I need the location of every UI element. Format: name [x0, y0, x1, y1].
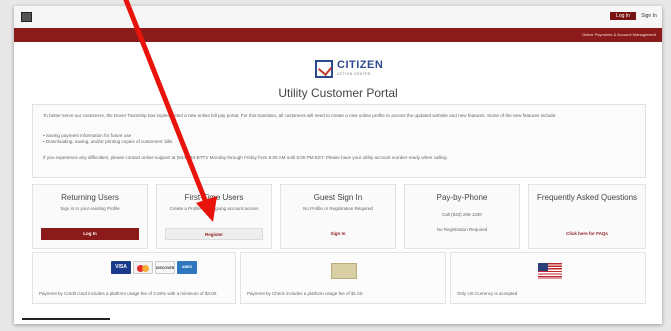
header-login-button[interactable]: Log In	[610, 12, 636, 20]
brand-subtitle: ACTION CENTER	[337, 72, 371, 76]
card-title: Pay-by-Phone	[436, 193, 488, 202]
guest-signin-button[interactable]: Sign In	[289, 228, 387, 240]
mastercard-icon	[133, 261, 153, 274]
card-title: Returning Users	[61, 193, 119, 202]
login-button[interactable]: Log In	[41, 228, 139, 240]
site-logo-icon[interactable]	[21, 12, 32, 22]
browser-page: Log In Sign In Online Payments & Account…	[14, 6, 662, 324]
notice-contact: If you experience any difficulties, plea…	[43, 155, 448, 160]
check-fee-text: Payment by Check includes a platform usa…	[247, 291, 364, 296]
register-button[interactable]: Register	[165, 228, 263, 240]
notice-intro: To better serve our customers, the Dover…	[43, 113, 557, 118]
check-panel: Payment by Check includes a platform usa…	[240, 252, 446, 304]
page-title: Utility Customer Portal	[278, 86, 398, 100]
card-title: Guest Sign In	[313, 193, 363, 202]
card-guest-sign-in: Guest Sign In No Profile or Registration…	[280, 184, 396, 249]
card-first-time-users: First-Time Users Create a Profile for on…	[156, 184, 272, 249]
scroll-indicator	[22, 318, 110, 320]
notice-panel: To better serve our customers, the Dover…	[32, 104, 646, 178]
check-icon	[331, 263, 357, 279]
header-signin-link[interactable]: Sign In	[640, 12, 658, 20]
brand-name: CITIZEN	[337, 59, 384, 71]
credit-card-panel: VISA DISCOVER AMEX Payment by Credit Car…	[32, 252, 236, 304]
top-bar: Log In Sign In	[14, 6, 662, 29]
options-row: Returning Users Sign in to your existing…	[32, 184, 646, 249]
credit-card-fee-text: Payment by Credit Card includes a platfo…	[39, 291, 218, 296]
card-desc-2: No Registration Required	[436, 227, 488, 232]
card-title: Frequently Asked Questions	[536, 193, 638, 202]
card-returning-users: Returning Users Sign in to your existing…	[32, 184, 148, 249]
card-pay-by-phone: Pay-by-Phone Call (833) 286-1230 No Regi…	[404, 184, 520, 249]
amex-icon: AMEX	[177, 261, 197, 274]
card-desc: Call (833) 286-1230	[442, 212, 482, 217]
card-title: First-Time Users	[184, 193, 244, 202]
citizen-checkmark-icon	[315, 60, 333, 78]
notice-bullet-2: • Downloading, saving, and/or printing c…	[43, 139, 173, 144]
card-desc: No Profile or Registration Required	[303, 206, 373, 211]
us-flag-icon	[538, 263, 562, 279]
discover-icon: DISCOVER	[155, 261, 175, 274]
faq-link[interactable]: Click here for FAQs	[537, 228, 637, 240]
visa-icon: VISA	[111, 261, 131, 274]
card-desc: Create a Profile for on-going account ac…	[169, 206, 259, 211]
card-faq: Frequently Asked Questions Click here fo…	[528, 184, 646, 249]
header-band: Online Payments & Account Management	[14, 28, 662, 42]
payment-info-row: VISA DISCOVER AMEX Payment by Credit Car…	[32, 252, 646, 304]
header-tagline: Online Payments & Account Management	[581, 32, 656, 37]
currency-text: Only US Currency is accepted	[457, 291, 518, 296]
card-desc: Sign in to your existing Profile	[60, 206, 120, 211]
citizen-logo: CITIZEN ACTION CENTER	[315, 58, 391, 82]
currency-panel: Only US Currency is accepted	[450, 252, 646, 304]
